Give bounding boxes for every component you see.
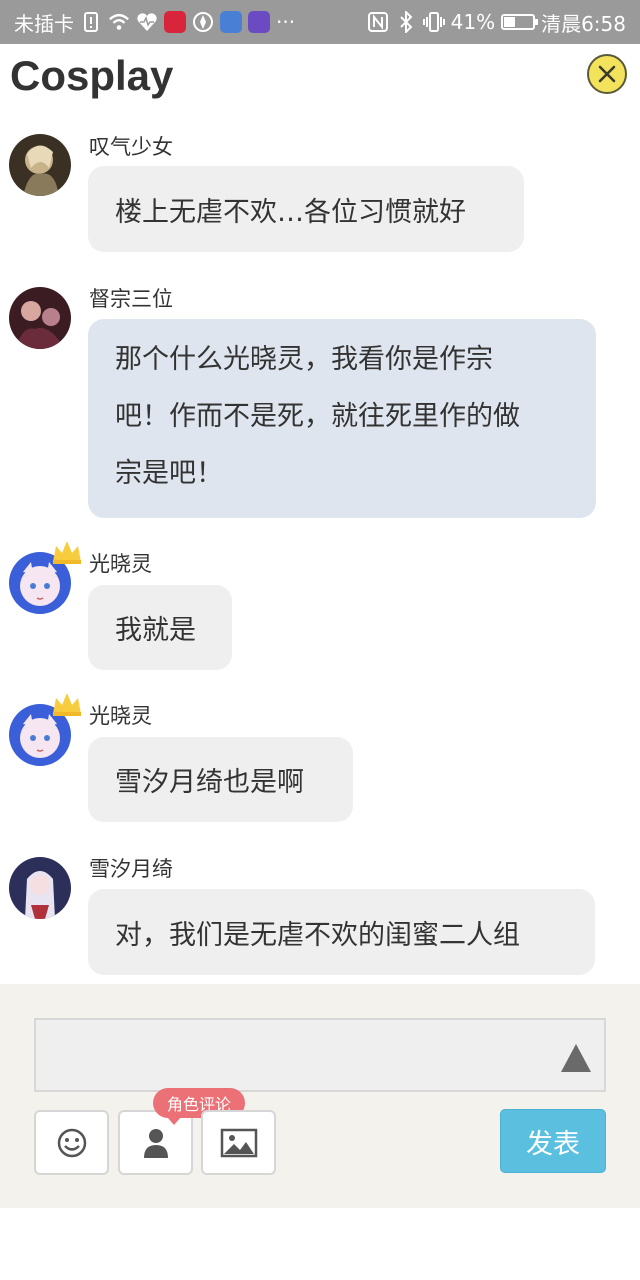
nfc-icon <box>367 11 389 33</box>
message-text: 雪汐月绮也是啊 <box>115 767 304 798</box>
close-icon <box>598 65 616 83</box>
close-button[interactable] <box>587 54 627 94</box>
app-music-icon <box>220 11 242 33</box>
message-bubble: 对，我们是无虐不欢的闺蜜二人组 <box>88 889 595 975</box>
sim-alert-icon <box>80 11 102 33</box>
status-bar: 未插卡 ··· 41% 清晨6:58 <box>0 0 640 44</box>
message-text-line: 宗是吧！ <box>115 458 223 489</box>
comment-composer: 角色评论 发表 <box>0 984 640 1208</box>
message-text: 我就是 <box>115 615 196 646</box>
app-compass-icon <box>192 11 214 33</box>
username: 光晓灵 <box>89 552 152 576</box>
role-comment-button[interactable] <box>118 1110 193 1175</box>
username: 叹气少女 <box>89 135 173 159</box>
image-icon <box>220 1128 257 1157</box>
avatar[interactable] <box>9 857 71 919</box>
carrier-label: 未插卡 <box>14 11 74 36</box>
avatar[interactable] <box>9 287 71 349</box>
vibrate-icon <box>422 11 445 33</box>
username: 雪汐月绮 <box>89 857 173 881</box>
bluetooth-icon <box>395 11 417 33</box>
avatar[interactable] <box>9 134 71 196</box>
app-red-icon <box>164 11 186 33</box>
send-triangle-icon[interactable] <box>559 1042 593 1074</box>
wifi-icon <box>108 11 130 33</box>
person-icon <box>143 1128 168 1158</box>
username: 督宗三位 <box>89 287 173 311</box>
crown-icon <box>53 693 81 716</box>
crown-icon <box>53 541 81 564</box>
message-text: 对，我们是无虐不欢的闺蜜二人组 <box>115 919 520 951</box>
emoji-icon <box>57 1128 86 1157</box>
app-purple-icon <box>248 11 270 33</box>
message-bubble: 雪汐月绮也是啊 <box>88 737 353 822</box>
battery-percent: 41% <box>450 10 496 34</box>
more-icon: ··· <box>276 10 296 34</box>
message-text-line: 那个什么光晓灵，我看你是作宗 <box>115 344 493 375</box>
message-text: 楼上无虐不欢…各位习惯就好 <box>115 196 466 228</box>
message-text-line: 吧！作而不是死，就往死里作的做 <box>115 401 520 432</box>
status-time: 清晨6:58 <box>541 11 626 36</box>
health-icon <box>136 11 158 33</box>
header: Cosplay <box>0 44 640 110</box>
comment-input[interactable] <box>34 1018 606 1092</box>
message-bubble: 楼上无虐不欢…各位习惯就好 <box>88 166 524 252</box>
emoji-button[interactable] <box>34 1110 109 1175</box>
battery-icon <box>501 14 539 30</box>
page-title: Cosplay <box>10 52 174 99</box>
message-bubble: 我就是 <box>88 585 232 670</box>
image-button[interactable] <box>201 1110 276 1175</box>
message-bubble: 那个什么光晓灵，我看你是作宗 吧！作而不是死，就往死里作的做 宗是吧！ <box>88 319 596 518</box>
publish-button[interactable]: 发表 <box>500 1109 606 1173</box>
username: 光晓灵 <box>89 704 152 728</box>
